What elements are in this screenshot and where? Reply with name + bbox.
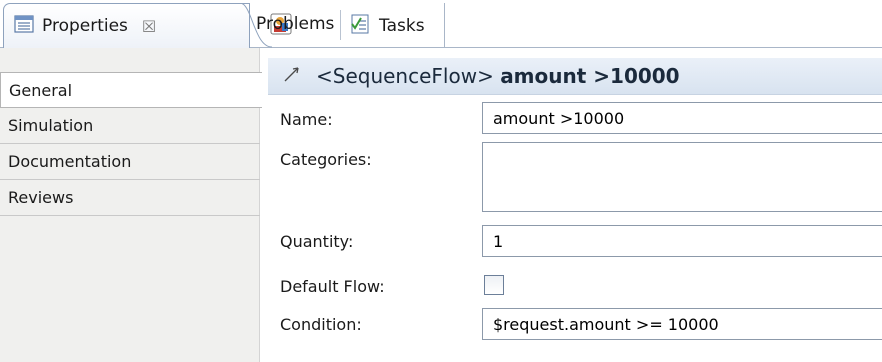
tab-tasks[interactable]: Tasks — [343, 3, 443, 48]
tab-problems-label[interactable]: Problems — [256, 14, 334, 34]
properties-header-title: <SequenceFlow> amount >10000 — [316, 64, 680, 88]
tab-properties-label: Properties — [42, 16, 128, 36]
name-field[interactable]: amount >10000 — [482, 102, 882, 134]
element-type-label: <SequenceFlow> — [316, 64, 494, 88]
element-name-label: amount >10000 — [500, 64, 680, 88]
categories-field[interactable] — [482, 142, 882, 212]
condition-label: Condition: — [280, 315, 362, 334]
quantity-label: Quantity: — [280, 232, 354, 251]
properties-content: <SequenceFlow> amount >10000 Name: amoun… — [268, 48, 882, 362]
quantity-field[interactable]: 1 — [482, 225, 882, 257]
category-label: Simulation — [8, 116, 94, 135]
properties-header: <SequenceFlow> amount >10000 — [268, 58, 882, 95]
tab-separator — [340, 10, 341, 40]
category-simulation[interactable]: Simulation — [0, 108, 260, 144]
properties-icon — [14, 15, 34, 37]
categories-label: Categories: — [280, 150, 372, 169]
category-documentation[interactable]: Documentation — [0, 144, 260, 180]
default-flow-checkbox[interactable] — [484, 275, 504, 295]
tab-properties[interactable]: Properties ☒ — [3, 3, 250, 48]
tab-tasks-label: Tasks — [379, 15, 425, 36]
condition-value: $request.amount >= 10000 — [493, 314, 719, 334]
category-general[interactable]: General — [0, 72, 262, 108]
category-label: Documentation — [8, 152, 132, 171]
category-reviews[interactable]: Reviews — [0, 180, 260, 216]
condition-field[interactable]: $request.amount >= 10000 — [482, 308, 882, 340]
tasks-icon — [349, 13, 371, 39]
name-label: Name: — [280, 110, 333, 129]
close-icon[interactable]: ☒ — [142, 17, 156, 36]
default-flow-label: Default Flow: — [280, 277, 385, 296]
property-category-list: General Simulation Documentation Reviews — [0, 48, 262, 362]
sequence-flow-icon — [282, 64, 302, 88]
quantity-value: 1 — [493, 231, 504, 251]
category-label: Reviews — [8, 188, 74, 207]
view-tab-strip: Properties ☒ Problems Tasks — [0, 0, 882, 48]
category-label: General — [9, 80, 73, 100]
name-value: amount >10000 — [493, 108, 625, 128]
tab-separator — [444, 3, 445, 47]
